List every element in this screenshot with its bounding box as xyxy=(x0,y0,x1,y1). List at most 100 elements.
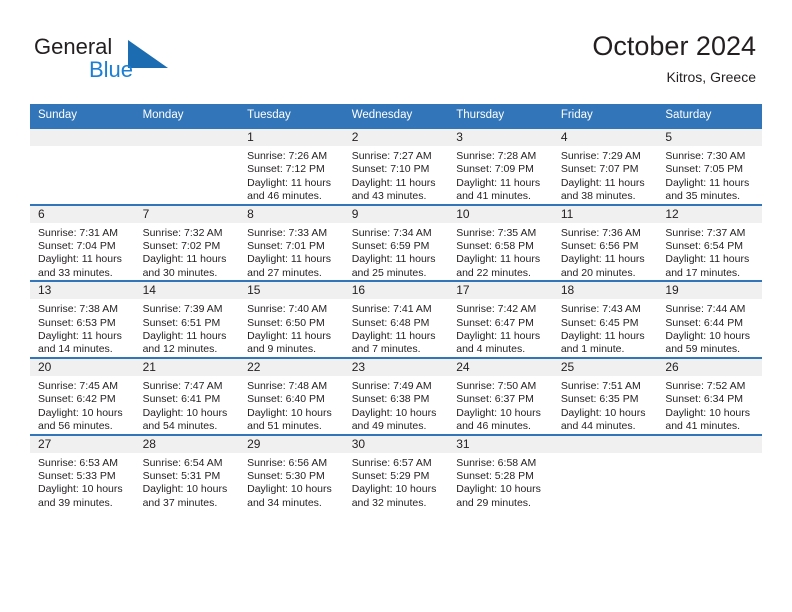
sunset-text: Sunset: 6:54 PM xyxy=(665,240,744,253)
daylight-text-line2: and 30 minutes. xyxy=(142,266,218,279)
daylight-text-line2: and 38 minutes. xyxy=(560,190,636,203)
brand-logo[interactable]: General Blue xyxy=(34,34,214,88)
daylight-text-line1: Daylight: 11 hours xyxy=(456,176,541,189)
sunrise-text: Sunrise: 7:42 AM xyxy=(456,303,537,316)
sunset-text: Sunset: 6:44 PM xyxy=(665,316,744,329)
day-cell[interactable]: 6 Sunrise: 7:31 AM Sunset: 7:04 PM Daylight… xyxy=(30,203,135,282)
day-number: 17 xyxy=(448,282,553,300)
day-cell[interactable]: 23 Sunrise: 7:49 AM Sunset: 6:38 PM Dayligh… xyxy=(343,356,449,435)
sunset-text: Sunset: 6:42 PM xyxy=(38,393,116,406)
sunrise-text: Sunrise: 6:58 AM xyxy=(456,456,537,469)
day-cell[interactable]: 12 Sunrise: 7:37 AM Sunset: 6:54 PM Dayligh… xyxy=(657,203,762,282)
day-cell[interactable]: 16 Sunrise: 7:41 AM Sunset: 6:48 PM Dayligh… xyxy=(343,280,449,358)
calendar-week-row: 13 Sunrise: 7:38 AM Sunset: 6:53 PM Dayligh… xyxy=(30,280,762,358)
day-cell[interactable]: 8 Sunrise: 7:33 AM Sunset: 7:01 PM Daylight… xyxy=(239,203,344,282)
day-number xyxy=(30,129,135,146)
daylight-text-line2: and 56 minutes. xyxy=(38,420,113,433)
daylight-text-line1: Daylight: 11 hours xyxy=(247,253,331,266)
day-number: 1 xyxy=(239,129,344,146)
day-cell[interactable]: 29 Sunrise: 6:56 AM Sunset: 5:30 PM Dayligh… xyxy=(239,433,344,511)
day-cell[interactable]: 30 Sunrise: 6:57 AM Sunset: 5:29 PM Dayligh… xyxy=(343,433,449,511)
weekday-header-thursday: Thursday xyxy=(448,104,553,129)
day-cell[interactable]: 31 Sunrise: 6:58 AM Sunset: 5:28 PM Dayligh… xyxy=(448,433,553,511)
day-number: 12 xyxy=(657,205,762,223)
day-cell[interactable]: 26 Sunrise: 7:52 AM Sunset: 6:34 PM Dayligh… xyxy=(657,356,762,435)
day-cell[interactable]: 2 Sunrise: 7:27 AM Sunset: 7:10 PM Daylight… xyxy=(343,127,449,205)
sunset-text: Sunset: 5:29 PM xyxy=(351,469,430,482)
day-number: 21 xyxy=(134,358,240,376)
weekday-header-wednesday: Wednesday xyxy=(343,104,449,129)
daylight-text-line1: Daylight: 10 hours xyxy=(247,483,332,496)
day-number: 23 xyxy=(343,358,449,376)
daylight-text-line2: and 14 minutes. xyxy=(38,343,113,356)
day-details: Sunrise: 6:57 AM Sunset: 5:29 PM Daylight:… xyxy=(344,453,449,511)
daylight-text-line1: Daylight: 11 hours xyxy=(247,330,331,343)
day-cell[interactable]: 20 Sunrise: 7:45 AM Sunset: 6:42 PM Dayligh… xyxy=(30,356,135,435)
day-cell[interactable]: 14 Sunrise: 7:39 AM Sunset: 6:51 PM Dayligh… xyxy=(134,280,240,358)
daylight-text-line1: Daylight: 10 hours xyxy=(351,406,437,419)
daylight-text-line2: and 43 minutes. xyxy=(351,190,427,203)
daylight-text-line1: Daylight: 10 hours xyxy=(456,406,541,419)
day-details: Sunrise: 7:49 AM Sunset: 6:38 PM Daylight:… xyxy=(344,376,449,434)
sunset-text: Sunset: 6:34 PM xyxy=(665,393,744,406)
day-cell[interactable]: 28 Sunrise: 6:54 AM Sunset: 5:31 PM Dayligh… xyxy=(134,433,240,511)
day-details: Sunrise: 7:45 AM Sunset: 6:42 PM Daylight:… xyxy=(30,376,135,434)
day-number: 24 xyxy=(448,358,553,376)
day-number: 3 xyxy=(448,129,553,146)
day-cell[interactable]: 19 Sunrise: 7:44 AM Sunset: 6:44 PM Dayligh… xyxy=(657,280,762,358)
daylight-text-line1: Daylight: 11 hours xyxy=(456,253,541,266)
day-cell[interactable]: 7 Sunrise: 7:32 AM Sunset: 7:02 PM Daylight… xyxy=(134,203,240,282)
sunset-text: Sunset: 6:48 PM xyxy=(351,316,430,329)
daylight-text-line1: Daylight: 11 hours xyxy=(560,253,645,266)
sunset-text: Sunset: 6:41 PM xyxy=(142,393,221,406)
day-cell-empty xyxy=(657,433,762,511)
sunrise-text: Sunrise: 7:32 AM xyxy=(142,226,223,239)
day-cell[interactable]: 27 Sunrise: 6:53 AM Sunset: 5:33 PM Dayligh… xyxy=(30,433,135,511)
day-cell[interactable]: 4 Sunrise: 7:29 AM Sunset: 7:07 PM Daylight… xyxy=(552,127,658,205)
daylight-text-line1: Daylight: 10 hours xyxy=(456,483,541,496)
daylight-text-line1: Daylight: 11 hours xyxy=(142,330,227,343)
daylight-text-line2: and 59 minutes. xyxy=(665,343,741,356)
daylight-text-line1: Daylight: 10 hours xyxy=(38,406,123,419)
day-cell[interactable]: 25 Sunrise: 7:51 AM Sunset: 6:35 PM Dayligh… xyxy=(552,356,658,435)
day-cell[interactable]: 24 Sunrise: 7:50 AM Sunset: 6:37 PM Dayligh… xyxy=(448,356,553,435)
sunrise-text: Sunrise: 7:50 AM xyxy=(456,379,537,392)
day-number: 2 xyxy=(343,129,449,146)
daylight-text-line2: and 41 minutes. xyxy=(665,420,741,433)
day-cell[interactable]: 5 Sunrise: 7:30 AM Sunset: 7:05 PM Daylight… xyxy=(657,127,762,205)
title-block: October 2024 Kitros, Greece xyxy=(592,30,756,86)
triangle-logo-icon xyxy=(128,40,170,75)
sunrise-text: Sunrise: 7:30 AM xyxy=(665,150,746,162)
day-cell[interactable]: 18 Sunrise: 7:43 AM Sunset: 6:45 PM Dayligh… xyxy=(552,280,658,358)
sunrise-text: Sunrise: 7:40 AM xyxy=(247,303,328,316)
daylight-text-line1: Daylight: 11 hours xyxy=(38,330,122,343)
day-details: Sunrise: 7:52 AM Sunset: 6:34 PM Daylight:… xyxy=(657,376,762,434)
sunset-text: Sunset: 6:38 PM xyxy=(351,393,430,406)
calendar-week-row: 1 Sunrise: 7:26 AM Sunset: 7:12 PM Daylight… xyxy=(30,127,762,205)
day-cell[interactable]: 22 Sunrise: 7:48 AM Sunset: 6:40 PM Dayligh… xyxy=(239,356,344,435)
day-details: Sunrise: 7:41 AM Sunset: 6:48 PM Daylight:… xyxy=(344,299,449,357)
sunrise-text: Sunrise: 7:35 AM xyxy=(456,226,537,239)
day-cell[interactable]: 15 Sunrise: 7:40 AM Sunset: 6:50 PM Dayligh… xyxy=(239,280,344,358)
daylight-text-line2: and 4 minutes. xyxy=(456,343,526,356)
daylight-text-line1: Daylight: 11 hours xyxy=(665,253,750,266)
sunset-text: Sunset: 6:50 PM xyxy=(247,316,325,329)
day-cell[interactable]: 1 Sunrise: 7:26 AM Sunset: 7:12 PM Daylight… xyxy=(239,127,344,205)
day-cell[interactable]: 13 Sunrise: 7:38 AM Sunset: 6:53 PM Dayligh… xyxy=(30,280,135,358)
sunset-text: Sunset: 6:45 PM xyxy=(560,316,639,329)
daylight-text-line2: and 29 minutes. xyxy=(456,496,531,509)
sunset-text: Sunset: 5:31 PM xyxy=(142,469,221,482)
daylight-text-line2: and 44 minutes. xyxy=(560,420,636,433)
daylight-text-line2: and 27 minutes. xyxy=(247,266,322,279)
day-cell[interactable]: 10 Sunrise: 7:35 AM Sunset: 6:58 PM Dayligh… xyxy=(448,203,553,282)
daylight-text-line1: Daylight: 11 hours xyxy=(560,330,645,343)
day-cell[interactable]: 3 Sunrise: 7:28 AM Sunset: 7:09 PM Daylight… xyxy=(448,127,553,205)
sunrise-text: Sunrise: 7:45 AM xyxy=(38,379,118,392)
day-cell[interactable]: 17 Sunrise: 7:42 AM Sunset: 6:47 PM Dayligh… xyxy=(448,280,553,358)
day-details: Sunrise: 7:26 AM Sunset: 7:12 PM Daylight:… xyxy=(239,146,344,204)
day-details: Sunrise: 7:29 AM Sunset: 7:07 PM Daylight:… xyxy=(553,146,658,204)
day-cell[interactable]: 11 Sunrise: 7:36 AM Sunset: 6:56 PM Dayligh… xyxy=(552,203,658,282)
day-cell[interactable]: 21 Sunrise: 7:47 AM Sunset: 6:41 PM Dayligh… xyxy=(134,356,240,435)
sunset-text: Sunset: 7:04 PM xyxy=(38,240,116,253)
day-cell[interactable]: 9 Sunrise: 7:34 AM Sunset: 6:59 PM Daylight… xyxy=(343,203,449,282)
